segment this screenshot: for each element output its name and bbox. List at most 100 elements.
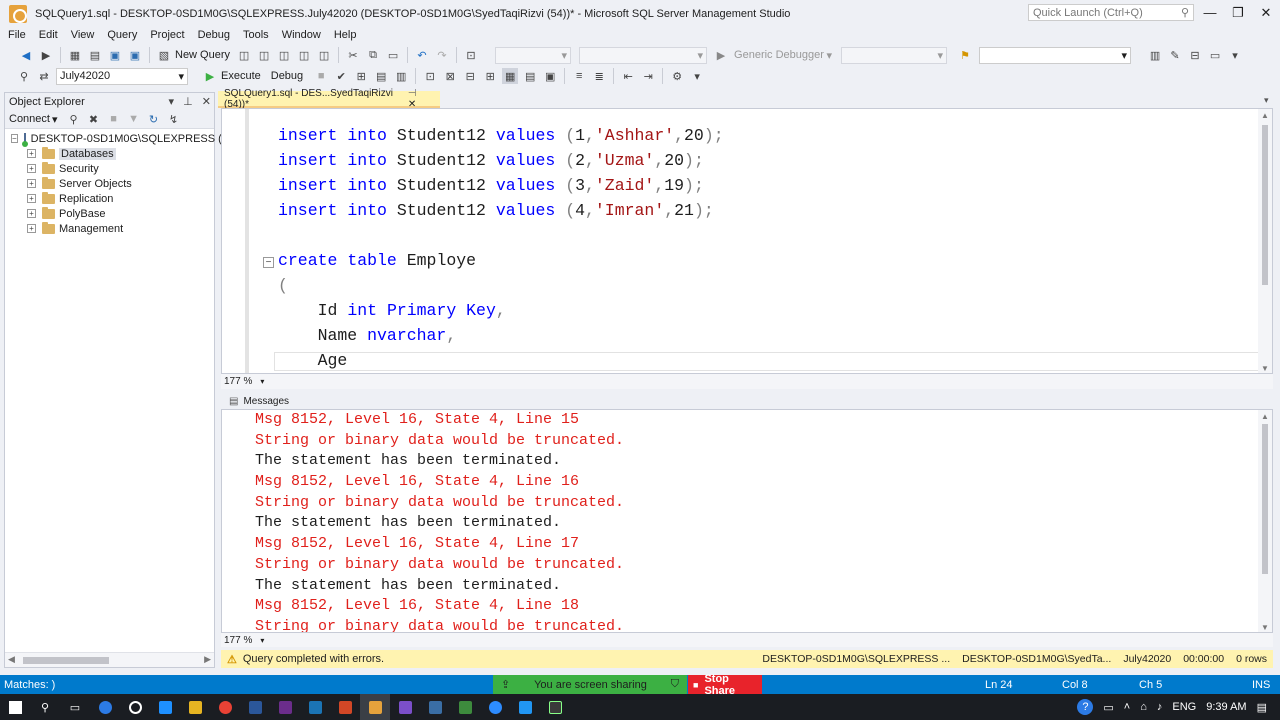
redo-icon[interactable]: ↷ <box>434 47 450 63</box>
zoom-dropdown-icon[interactable]: ▾ <box>260 636 264 645</box>
results-to-grid-icon[interactable]: ▦ <box>502 68 519 84</box>
tree-node-databases[interactable]: + Databases <box>11 146 214 161</box>
find-in-files-icon[interactable]: ⚑ <box>957 47 973 63</box>
quick-launch-input[interactable]: Quick Launch (Ctrl+Q) ⚲ <box>1028 4 1194 21</box>
filter-icon[interactable]: ▼ <box>126 111 142 127</box>
taskbar-app-2[interactable] <box>120 694 150 720</box>
menu-help[interactable]: Help <box>330 29 366 41</box>
panel-close-icon[interactable]: ✕ <box>202 96 211 108</box>
forward-icon[interactable]: ▶ <box>38 47 54 63</box>
tab-overflow-icon[interactable]: ▾ <box>1264 95 1269 106</box>
stop-share-button[interactable]: ■ Stop Share <box>688 673 762 697</box>
menu-debug[interactable]: Debug <box>194 29 239 41</box>
intellisense-icon[interactable]: ⊡ <box>422 68 438 84</box>
notifications-icon[interactable]: ▤ <box>1257 701 1267 714</box>
change-connection-icon[interactable]: ⇄ <box>36 68 52 84</box>
back-icon[interactable]: ◀ <box>18 47 34 63</box>
find-combo[interactable]: ▾ <box>979 46 1132 64</box>
debug-button[interactable]: Debug <box>271 70 303 82</box>
stop-icon[interactable]: ■ <box>106 111 122 127</box>
taskbar-app-9[interactable] <box>330 694 360 720</box>
scrollbar-thumb[interactable] <box>1262 424 1268 574</box>
collapse-icon[interactable]: − <box>11 134 18 143</box>
messages-vertical-scrollbar[interactable]: ▲ ▼ <box>1258 410 1272 632</box>
taskbar-app-15[interactable] <box>540 694 570 720</box>
results-to-file-icon[interactable]: ▣ <box>542 68 558 84</box>
cut-icon[interactable]: ✂ <box>345 47 361 63</box>
copy-icon[interactable]: ⧉ <box>365 47 381 63</box>
tree-node-server-objects[interactable]: + Server Objects <box>11 176 214 191</box>
increase-indent-icon[interactable]: ⇥ <box>640 68 656 84</box>
taskbar-app-1[interactable] <box>90 694 120 720</box>
editor-zoom-level[interactable]: 177 % <box>224 376 252 387</box>
mdx-query-icon[interactable]: ◫ <box>256 47 272 63</box>
new-query-button[interactable]: New Query <box>175 49 230 61</box>
taskbar-app-10[interactable] <box>390 694 420 720</box>
debugger-dropdown[interactable]: Generic Debugger ▾ <box>731 47 835 64</box>
new-project-icon[interactable]: ▦ <box>67 47 83 63</box>
new-query-icon[interactable]: ▧ <box>156 47 172 63</box>
editor-vertical-scrollbar[interactable]: ▲ ▼ <box>1258 109 1272 373</box>
das-query-icon[interactable]: ◫ <box>316 47 332 63</box>
taskbar-app-4[interactable] <box>180 694 210 720</box>
close-button[interactable]: ✕ <box>1252 4 1280 22</box>
connect-icon[interactable]: ⚲ <box>16 68 32 84</box>
expand-icon[interactable]: + <box>27 194 36 203</box>
execute-icon[interactable]: ▶ <box>202 68 218 84</box>
pin-tab-icon[interactable]: ⊣ <box>408 88 417 99</box>
expand-icon[interactable]: + <box>27 209 36 218</box>
pin-icon[interactable]: ⊥ <box>183 96 193 108</box>
tree-node-polybase[interactable]: + PolyBase <box>11 206 214 221</box>
taskbar-app-ssms[interactable] <box>360 694 390 720</box>
database-dropdown[interactable]: July42020 ▾ <box>56 67 188 85</box>
tree-node-security[interactable]: + Security <box>11 161 214 176</box>
connect-plug-icon[interactable]: ⚲ <box>66 111 82 127</box>
activity-monitor-icon[interactable]: ⊡ <box>463 47 479 63</box>
expand-icon[interactable]: + <box>27 164 36 173</box>
scrollbar-thumb[interactable] <box>1262 125 1268 285</box>
solution-explorer-icon[interactable]: ▥ <box>1147 47 1163 63</box>
uncomment-icon[interactable]: ≣ <box>591 68 607 84</box>
toolbar-options-icon[interactable]: ▾ <box>1227 47 1243 63</box>
network-icon[interactable]: ⌂ <box>1140 701 1147 713</box>
connect-dropdown[interactable]: Connect <box>9 113 50 125</box>
language-indicator[interactable]: ENG <box>1172 701 1196 713</box>
menu-query[interactable]: Query <box>103 29 146 41</box>
disconnect-icon[interactable]: ✖ <box>86 111 102 127</box>
undo-icon[interactable]: ↶ <box>414 47 430 63</box>
comment-icon[interactable]: ≡ <box>571 68 587 84</box>
tree-node-replication[interactable]: + Replication <box>11 191 214 206</box>
live-stats-icon[interactable]: ⊟ <box>462 68 478 84</box>
taskbar-app-8[interactable] <box>300 694 330 720</box>
activity-icon[interactable]: ↯ <box>166 111 182 127</box>
menu-edit[interactable]: Edit <box>35 29 67 41</box>
taskbar-app-3[interactable] <box>150 694 180 720</box>
expand-icon[interactable]: + <box>27 224 36 233</box>
specify-values-icon[interactable]: ⚙ <box>669 68 685 84</box>
solution-config-dropdown[interactable]: ▾ <box>495 46 572 64</box>
taskbar-app-6[interactable] <box>240 694 270 720</box>
save-icon[interactable]: ▣ <box>107 47 123 63</box>
zoom-dropdown-icon[interactable]: ▾ <box>260 377 264 386</box>
display-plan-icon[interactable]: ⊞ <box>353 68 369 84</box>
client-stats-icon[interactable]: ⊞ <box>482 68 498 84</box>
expand-icon[interactable]: + <box>27 179 36 188</box>
expand-icon[interactable]: + <box>27 149 36 158</box>
results-to-text-icon[interactable]: ▤ <box>522 68 538 84</box>
menu-project[interactable]: Project <box>146 29 193 41</box>
object-explorer-scrollbar[interactable]: ◀ ▶ <box>5 652 214 667</box>
xmla-query-icon[interactable]: ◫ <box>296 47 312 63</box>
volume-icon[interactable]: ♪ <box>1157 701 1163 713</box>
taskbar-app-12[interactable] <box>450 694 480 720</box>
menu-view[interactable]: View <box>67 29 104 41</box>
taskbar-app-5[interactable] <box>210 694 240 720</box>
battery-icon[interactable]: ▭ <box>1103 701 1113 714</box>
platform-dropdown[interactable]: ▾ <box>579 46 708 64</box>
query-options-icon[interactable]: ▥ <box>393 68 409 84</box>
save-all-icon[interactable]: ▣ <box>127 47 143 63</box>
clock[interactable]: 9:39 AM <box>1206 701 1246 713</box>
tree-node-management[interactable]: + Management <box>11 221 214 236</box>
db-query-icon[interactable]: ◫ <box>236 47 252 63</box>
query-designer-icon[interactable]: ▤ <box>373 68 389 84</box>
tab-messages[interactable]: ▤ Messages <box>221 393 301 409</box>
